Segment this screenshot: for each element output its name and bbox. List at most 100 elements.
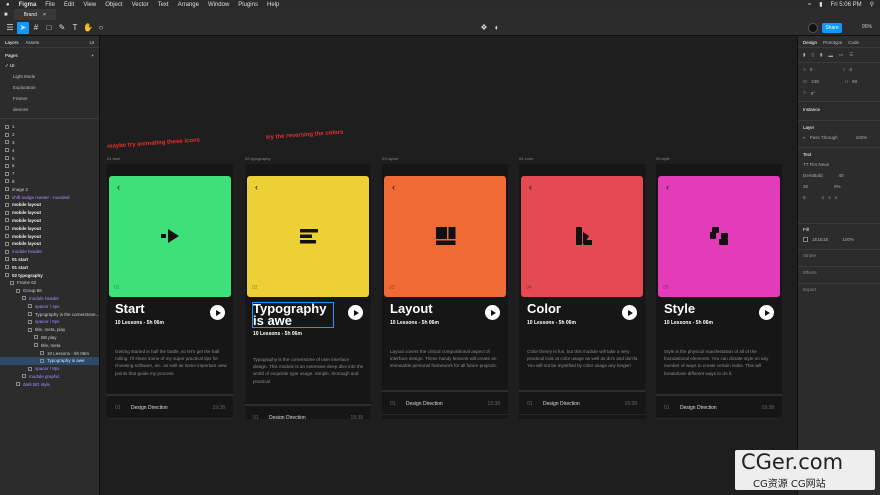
comment-tool-icon[interactable]: ○ — [95, 22, 107, 34]
menu-plugins[interactable]: Plugins — [238, 2, 258, 8]
share-button[interactable]: Share — [822, 23, 842, 33]
module-card[interactable]: ‹ 05 Style 10 Lessons - 5h 06m Style is the … — [656, 164, 782, 419]
rotation-field[interactable]: 0° — [811, 91, 815, 96]
align-center-icon[interactable]: ▯ — [811, 52, 813, 58]
layer-row[interactable]: mobile layout — [0, 201, 99, 209]
page-item[interactable]: devices — [0, 104, 99, 115]
avatar[interactable] — [808, 23, 818, 33]
mask-icon[interactable]: ◐ — [491, 22, 503, 34]
fill-swatch[interactable] — [803, 237, 808, 242]
page-item[interactable]: Exploration — [0, 82, 99, 93]
layer-row[interactable]: 01 start — [0, 263, 99, 271]
layer-row[interactable]: mobile layout — [0, 217, 99, 225]
align-middle-icon[interactable]: ▭ — [839, 52, 843, 58]
font-family-select[interactable]: TT Firs Neue — [803, 162, 829, 167]
layer-row[interactable]: Group 86 — [0, 287, 99, 295]
x-field[interactable]: 0 — [810, 67, 813, 72]
line-height-field[interactable]: 36 — [803, 184, 808, 189]
text-tool-icon[interactable]: T — [69, 22, 81, 34]
battery-icon[interactable]: ▮ — [819, 1, 822, 8]
page-item[interactable]: Light Mode — [0, 71, 99, 82]
layer-row[interactable]: 4 — [0, 146, 99, 154]
move-tool-icon[interactable]: ➤ — [17, 21, 29, 34]
module-card[interactable]: ‹ 04 Color 10 Lessons - 5h 06m Color theory … — [519, 164, 645, 419]
frame-tool-icon[interactable]: # — [30, 22, 42, 34]
tab-code[interactable]: Code — [848, 40, 859, 45]
tab-design[interactable]: Design — [803, 40, 817, 45]
pen-tool-icon[interactable]: ✎ — [56, 22, 68, 34]
layer-row[interactable]: mobile layout — [0, 209, 99, 217]
frame-label[interactable]: 03 layout — [382, 156, 398, 161]
close-icon[interactable]: × — [43, 12, 46, 18]
back-chevron-icon[interactable]: ‹ — [392, 182, 395, 192]
hand-tool-icon[interactable]: ✋ — [82, 22, 94, 34]
page-item[interactable]: ✓ UI — [0, 60, 99, 71]
height-field[interactable]: 98 — [852, 79, 857, 84]
layer-row[interactable]: 6 — [0, 162, 99, 170]
wifi-icon[interactable]: ≈ — [808, 2, 811, 8]
lesson-row[interactable]: 01 Design Direction 19:38 — [245, 407, 371, 420]
fill-opacity[interactable]: 100% — [843, 237, 855, 242]
lesson-row[interactable]: 01 Design Direction 19:38 — [107, 397, 233, 419]
lesson-row[interactable]: 02Subtlety is Key21:14 — [382, 415, 508, 419]
layer-row[interactable]: BB play — [0, 334, 99, 342]
layer-row[interactable]: Frame 62 — [0, 279, 99, 287]
align-top-icon[interactable]: ▬ — [828, 53, 833, 58]
clock[interactable]: Fri 5:06 PM — [831, 2, 862, 8]
menu-window[interactable]: Window — [208, 2, 229, 8]
text-align-center-icon[interactable]: ≡ — [828, 195, 831, 200]
menu-edit[interactable]: Edit — [64, 2, 74, 8]
back-chevron-icon[interactable]: ‹ — [529, 182, 532, 192]
back-chevron-icon[interactable]: ‹ — [666, 182, 669, 192]
play-button[interactable] — [759, 305, 774, 320]
layer-row[interactable]: module header — [0, 295, 99, 303]
search-icon[interactable]: ⚲ — [870, 1, 874, 8]
tab-assets[interactable]: Assets — [26, 40, 40, 45]
lesson-row[interactable]: 02Subtlety is Key21:14 — [519, 415, 645, 419]
tab-prototype[interactable]: Prototype — [823, 40, 842, 45]
rectangle-tool-icon[interactable]: □ — [43, 22, 55, 34]
layer-row[interactable]: 8 — [0, 178, 99, 186]
module-title[interactable]: Start — [115, 302, 145, 315]
frame-label[interactable]: 05 style — [656, 156, 670, 161]
fill-hex[interactable]: 1E1E1E — [812, 237, 829, 242]
align-right-icon[interactable]: ▮ — [820, 52, 822, 58]
font-size-field[interactable]: 40 — [839, 173, 844, 178]
module-card[interactable]: ‹ 01 Start 10 Lessons - 5h 06m Getting start… — [107, 164, 233, 419]
lesson-row[interactable]: 01 Design Direction 19:38 — [382, 393, 508, 415]
play-button[interactable] — [348, 305, 363, 320]
menu-object[interactable]: Object — [105, 2, 122, 8]
layer-row[interactable]: 2 — [0, 131, 99, 139]
frame-label[interactable]: 04 color — [519, 156, 533, 161]
layer-row[interactable]: 3 — [0, 139, 99, 147]
menu-view[interactable]: View — [83, 2, 96, 8]
file-tab[interactable]: Brand × — [13, 9, 56, 20]
y-field[interactable]: 0 — [850, 67, 853, 72]
tab-layers[interactable]: Layers — [5, 40, 19, 45]
layer-row[interactable]: dark BG style — [0, 380, 99, 388]
menu-vector[interactable]: Vector — [132, 2, 149, 8]
back-chevron-icon[interactable]: ‹ — [255, 182, 258, 192]
module-title[interactable]: Color — [527, 302, 561, 315]
layer-row[interactable]: shift nudge master - rounded — [0, 193, 99, 201]
layer-row[interactable]: mobile layout — [0, 232, 99, 240]
lesson-row[interactable]: 01 Design Direction 19:38 — [656, 397, 782, 419]
play-button[interactable] — [622, 305, 637, 320]
module-card[interactable]: ‹ 03 Layout 10 Lessons - 5h 06m Layout cover… — [382, 164, 508, 419]
align-left-icon[interactable]: ▮ — [803, 52, 805, 58]
module-title[interactable]: Style — [664, 302, 695, 315]
layer-opacity[interactable]: 100% — [856, 135, 868, 140]
layer-row[interactable]: image 2 — [0, 185, 99, 193]
layer-row[interactable]: title, meta — [0, 341, 99, 349]
module-card[interactable]: ‹ 02 Typography is awe 10 Lessons - 5h 06m T… — [245, 164, 371, 419]
module-title[interactable]: Typography is awe — [252, 302, 334, 328]
zoom-level[interactable]: 95% — [862, 24, 872, 30]
layer-row[interactable]: mobile layout — [0, 224, 99, 232]
menu-file[interactable]: File — [45, 2, 55, 8]
play-button[interactable] — [485, 305, 500, 320]
layer-row[interactable]: Typography is the cornerstone... — [0, 310, 99, 318]
layer-row[interactable]: 5 — [0, 154, 99, 162]
frame-label[interactable]: 02 typography — [245, 156, 270, 161]
page-item[interactable]: Framer — [0, 93, 99, 104]
width-field[interactable]: 249 — [811, 79, 819, 84]
